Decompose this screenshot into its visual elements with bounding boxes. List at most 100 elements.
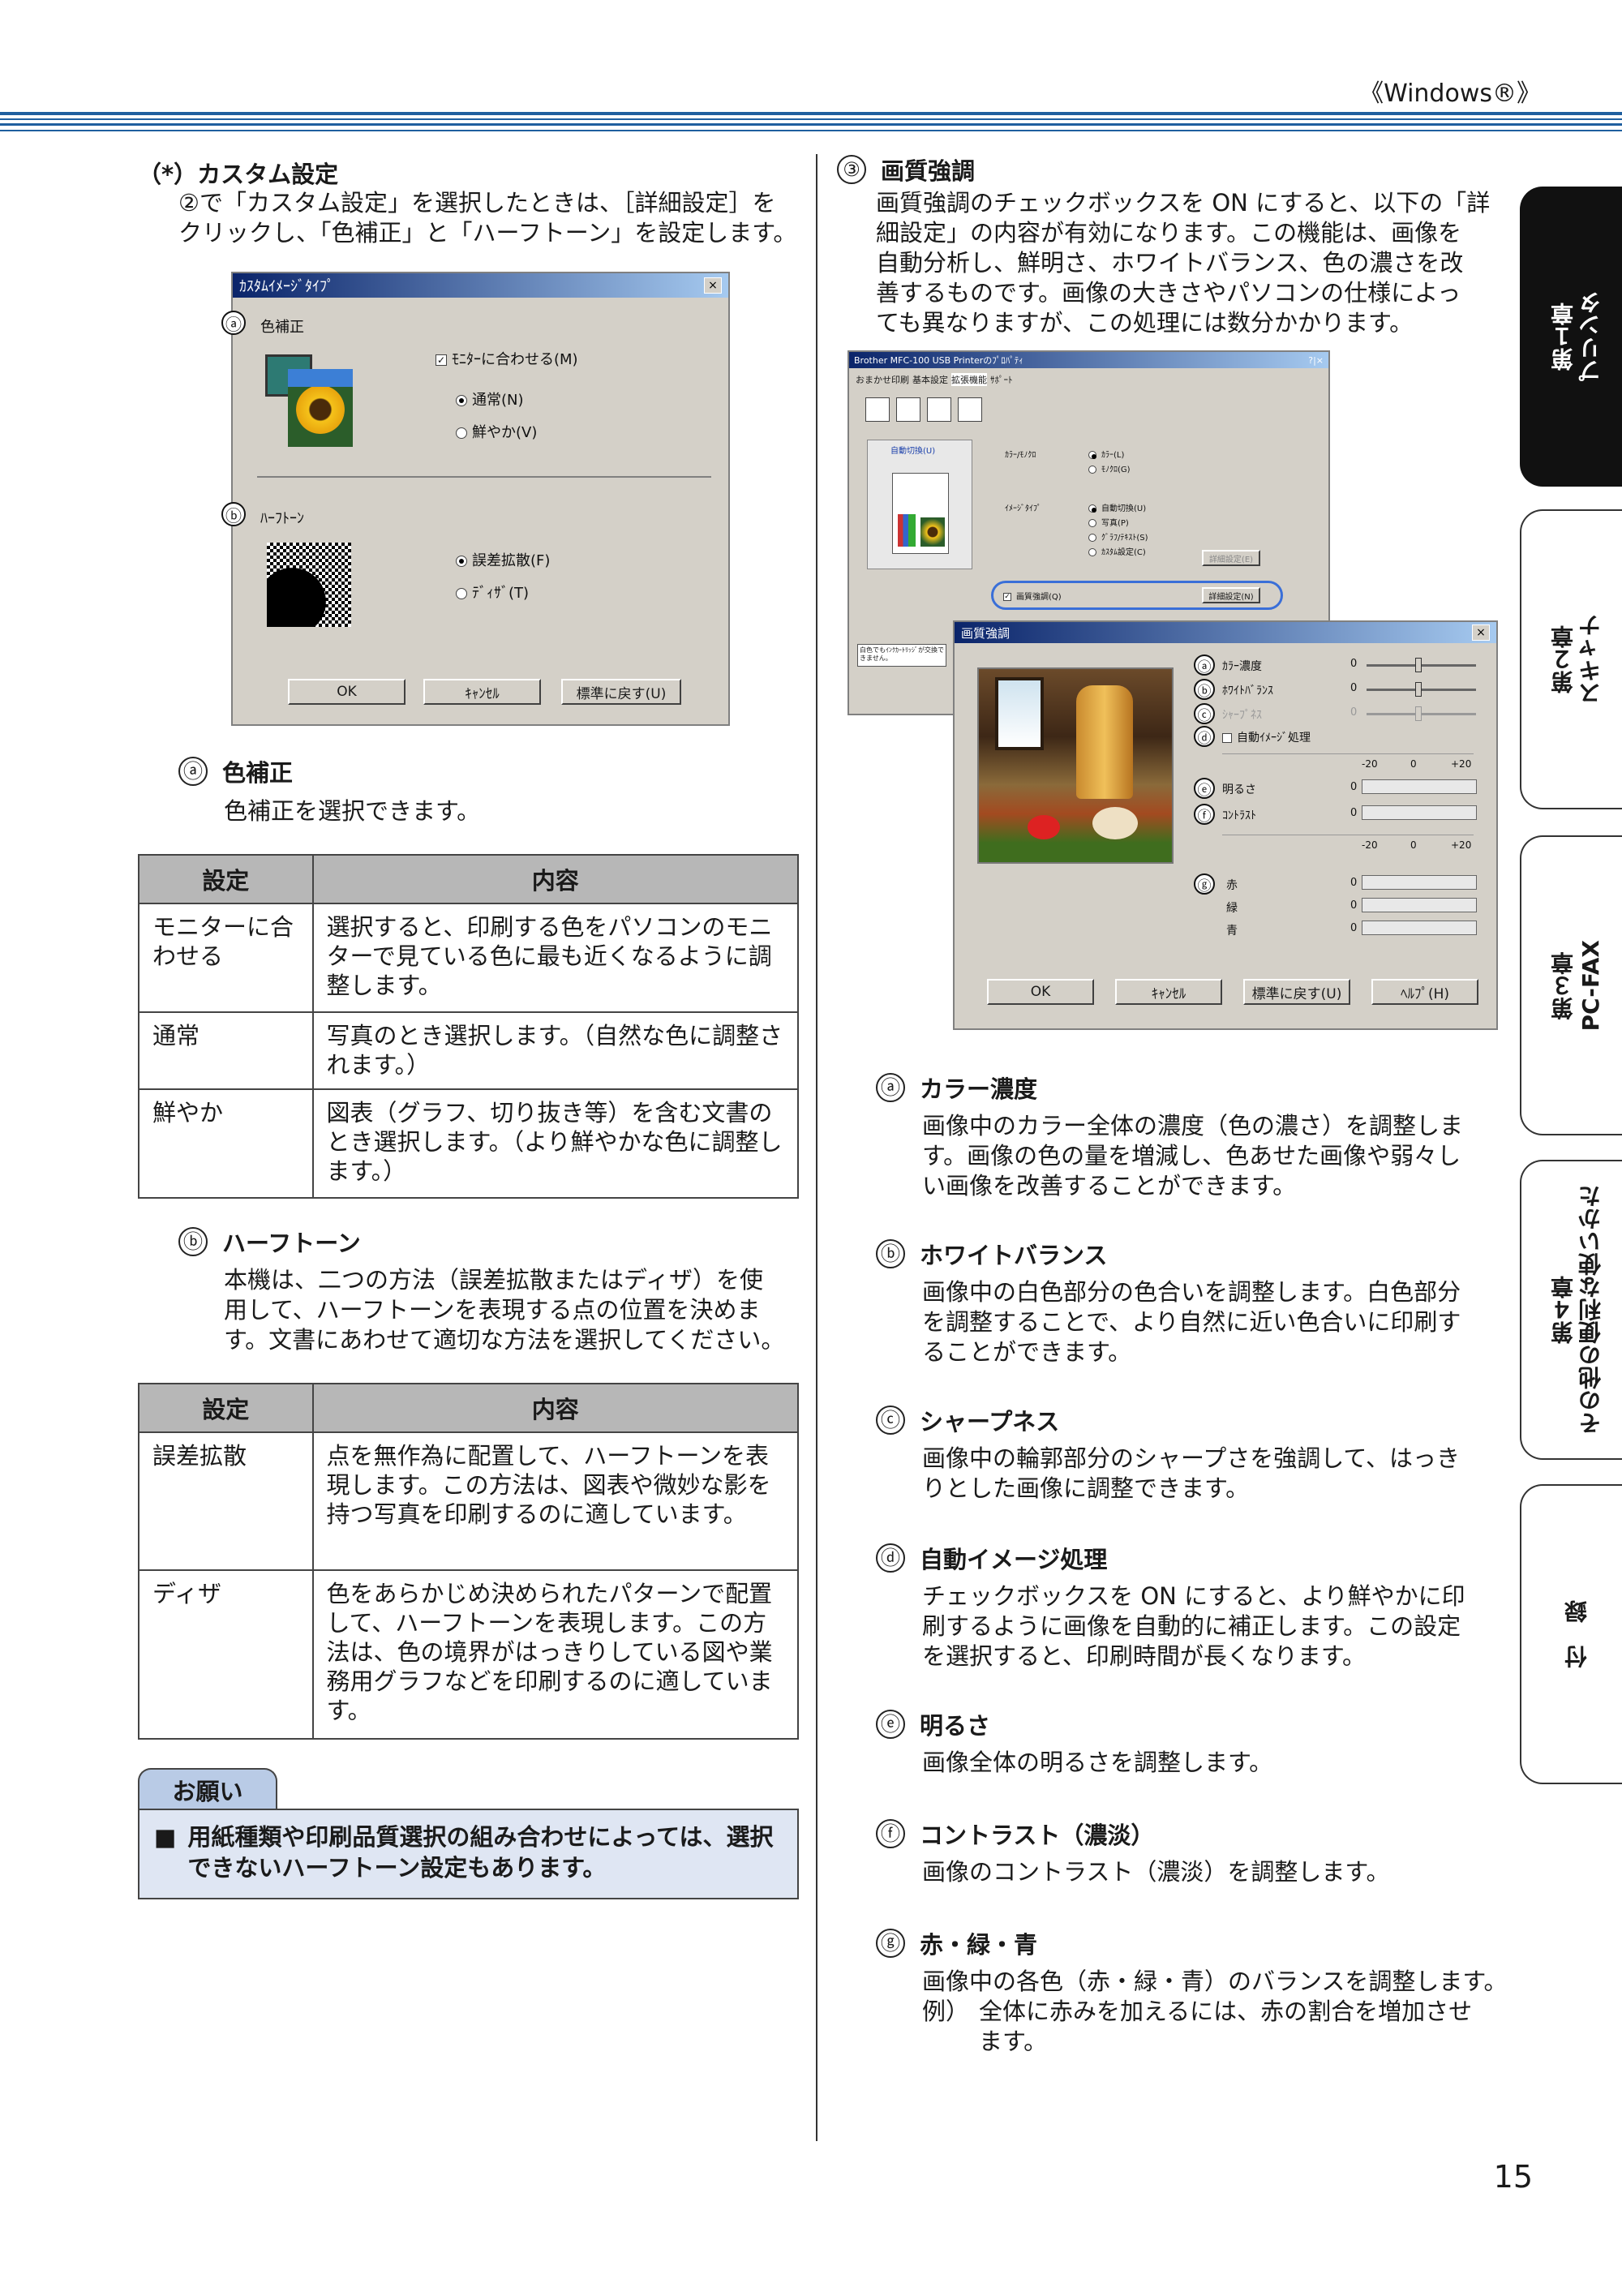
color-density-label: ｶﾗｰ濃度 — [1222, 660, 1262, 673]
scale-mid: 0 — [1410, 839, 1417, 851]
image-custom-radio[interactable]: ｶｽﾀﾑ設定(C) — [1088, 545, 1146, 557]
tab-extended[interactable]: 拡張機能 — [951, 373, 987, 386]
scale-min: -20 — [1362, 758, 1378, 770]
tab-support[interactable]: ｻﾎﾟｰﾄ — [990, 373, 1013, 386]
scale-mid: 0 — [1410, 758, 1417, 770]
bullet-icon: ■ — [154, 1823, 177, 1851]
monitor-match-checkbox[interactable]: ✓ ﾓﾆﾀｰに合わせる(M) — [436, 348, 578, 369]
image-enhance-text-line: 細設定」の内容が有効になります。この機能は、画像を — [876, 219, 1462, 247]
close-icon[interactable]: × — [704, 277, 722, 294]
image-enhance-text-line: 善するものです。画像の大きさやパソコンの仕様によっ — [876, 279, 1461, 307]
chapter-tab-other[interactable]: 第４章 その他の便利な使いかた — [1520, 1160, 1622, 1460]
marker-b: ⓑ — [221, 502, 246, 526]
sharpness-label: ｼｬｰﾌﾟﾈｽ — [1222, 709, 1262, 722]
item-heading: ⓒ シャープネス — [876, 1403, 1059, 1437]
marker-a: ⓐ — [178, 757, 208, 786]
marker-e: ⓔ — [1194, 778, 1215, 799]
image-enhance-dialog: 画質強調 × ⓐ ⓑ ⓒ ⓓ ⓔ ⓕ ⓖ ｶﾗｰ濃度 ﾎﾜｲﾄﾊﾞﾗﾝｽ ｼｬｰ… — [953, 620, 1498, 1030]
value-label: 0 — [1350, 682, 1358, 694]
blue-scrollbar[interactable] — [1362, 921, 1477, 935]
item-text-line: い画像を改善することができます。 — [922, 1172, 1297, 1199]
green-scrollbar[interactable] — [1362, 898, 1477, 912]
red-scrollbar[interactable] — [1362, 875, 1477, 890]
document-icon[interactable] — [865, 397, 890, 422]
note-tab: お願い — [138, 1768, 277, 1810]
vivid-radio[interactable]: 鮮やか(V) — [456, 421, 537, 442]
tab-label: 第４章 その他の便利な使いかた — [1550, 1185, 1604, 1435]
scale-min: -20 — [1362, 839, 1378, 851]
normal-radio[interactable]: 通常(N) — [456, 388, 524, 410]
cancel-button[interactable]: ｷｬﾝｾﾙ — [423, 679, 541, 705]
value-label: 0 — [1350, 922, 1358, 934]
marker-b: ⓑ — [178, 1227, 208, 1256]
tab-bar: おまかせ印刷 基本設定 拡張機能 ｻﾎﾟｰﾄ — [856, 373, 1013, 386]
tab-label: 第３章 PC-FAX — [1550, 939, 1604, 1032]
column-divider — [816, 154, 817, 2141]
green-label: 緑 — [1226, 902, 1238, 915]
color-radio[interactable]: ｶﾗｰ(L) — [1088, 448, 1124, 460]
image-enhance-text-line: 画質強調のチェックボックスを ON にすると、以下の「詳 — [876, 189, 1491, 217]
reset-default-button[interactable]: 標準に戻す(U) — [561, 679, 681, 705]
warning-text: 白色でもｲﾝｸｶｰﾄﾘｯｼﾞが交換できません。 — [857, 644, 946, 667]
value-label: 0 — [1350, 807, 1358, 819]
mono-radio[interactable]: ﾓﾉｸﾛ(G) — [1088, 462, 1131, 474]
error-diffusion-radio[interactable]: 誤差拡散(F) — [456, 549, 550, 570]
custom-image-type-dialog: ｶｽﾀﾑｲﾒｰｼﾞﾀｲﾌﾟ × ⓐ 色補正 ✓ ﾓﾆﾀｰに合わせる(M) 通常(N… — [221, 272, 730, 726]
auto-image-checkbox[interactable]: 自動ｲﾒｰｼﾞ処理 — [1222, 729, 1311, 745]
font-icon[interactable] — [896, 397, 920, 422]
image-graph-radio[interactable]: ｸﾞﾗﾌ/ﾃｷｽﾄ(S) — [1088, 530, 1148, 543]
table-cell-content: 選択すると、印刷する色をパソコンのモニターで見ている色に最も近くなるように調整し… — [311, 903, 800, 1013]
help-close-icons[interactable]: ?|× — [1308, 355, 1324, 366]
image-enhance-checkbox[interactable]: ✓ 画質強調(Q) — [1003, 590, 1062, 602]
image-enhance-heading: ③ 画質強調 — [837, 152, 975, 187]
white-balance-label: ﾎﾜｲﾄﾊﾞﾗﾝｽ — [1222, 685, 1273, 697]
item-text-line: 画像中の白色部分の色合いを調整します。白色部分 — [922, 1278, 1461, 1306]
image-photo-radio[interactable]: 写真(P) — [1088, 516, 1129, 528]
dither-radio[interactable]: ﾃﾞｨｻﾞ(T) — [456, 582, 529, 603]
slider-thumb[interactable] — [1415, 706, 1422, 721]
chapter-tab-scanner[interactable]: 第２章 スキャナ — [1520, 509, 1622, 809]
marker-f: ⓕ — [1194, 804, 1215, 825]
item-text-line: を選択すると、印刷時間が長くなります。 — [922, 1642, 1366, 1670]
printer-icon[interactable] — [958, 397, 982, 422]
cancel-button[interactable]: ｷｬﾝｾﾙ — [1115, 979, 1222, 1005]
slider-thumb[interactable] — [1415, 658, 1422, 672]
chapter-tab-printer[interactable]: 第１章 プリンタ — [1520, 187, 1622, 487]
ok-button[interactable]: OK — [288, 679, 406, 705]
chapter-tab-pcfax[interactable]: 第３章 PC-FAX — [1520, 835, 1622, 1135]
page-number: 15 — [1493, 2159, 1533, 2195]
tab-basic[interactable]: 基本設定 — [912, 373, 948, 386]
tab-auto-print[interactable]: おまかせ印刷 — [856, 373, 909, 386]
contrast-scrollbar[interactable] — [1362, 805, 1477, 820]
detail-settings-button[interactable]: 詳細設定(E) — [1202, 550, 1260, 566]
help-button[interactable]: ﾍﾙﾌﾟ(H) — [1371, 979, 1478, 1005]
separator — [1222, 753, 1474, 754]
auto-switch-label: 自動切換(U) — [890, 447, 936, 456]
marker-a: ⓐ — [1194, 654, 1215, 676]
pen-icon[interactable] — [927, 397, 951, 422]
still-life-photo — [977, 667, 1174, 864]
value-label: 0 — [1350, 899, 1358, 912]
marker-f: ⓕ — [876, 1819, 905, 1848]
ok-button[interactable]: OK — [987, 979, 1094, 1005]
item-text-line: チェックボックスを ON にすると、より鮮やかに印 — [922, 1582, 1465, 1610]
item-text-line: りとした画像に調整できます。 — [922, 1474, 1250, 1502]
red-label: 赤 — [1226, 879, 1238, 892]
brightness-scrollbar[interactable] — [1362, 779, 1477, 794]
reset-default-button[interactable]: 標準に戻す(U) — [1243, 979, 1350, 1005]
slider-thumb[interactable] — [1415, 682, 1422, 697]
close-icon[interactable]: × — [1472, 624, 1490, 641]
tab-label: 第１章 プリンタ — [1550, 291, 1604, 382]
table-row: 通常 写真のとき選択します。（自然な色に調整されます。） — [138, 1011, 800, 1090]
color-correction-text: 色補正を選択できます。 — [224, 797, 481, 825]
halftone-label: ﾊｰﾌﾄｰﾝ — [260, 510, 304, 527]
detail-settings-button[interactable]: 詳細設定(N) — [1202, 587, 1260, 603]
halftone-heading: ⓑ ハーフトーン — [178, 1225, 361, 1259]
value-label: 0 — [1350, 877, 1358, 889]
image-auto-radio[interactable]: 自動切換(U) — [1088, 501, 1146, 513]
chapter-tab-appendix[interactable]: 付 録 — [1520, 1484, 1622, 1784]
table-cell-content: 図表（グラフ、切り抜き等）を含む文書のとき選択します。（より鮮やかな色に調整しま… — [311, 1088, 800, 1199]
table-row: モニターに合わせる 選択すると、印刷する色をパソコンのモニターで見ている色に最も… — [138, 903, 800, 1013]
item-heading: ⓖ 赤・緑・青 — [876, 1926, 1037, 1960]
brightness-label: 明るさ — [1222, 783, 1256, 796]
